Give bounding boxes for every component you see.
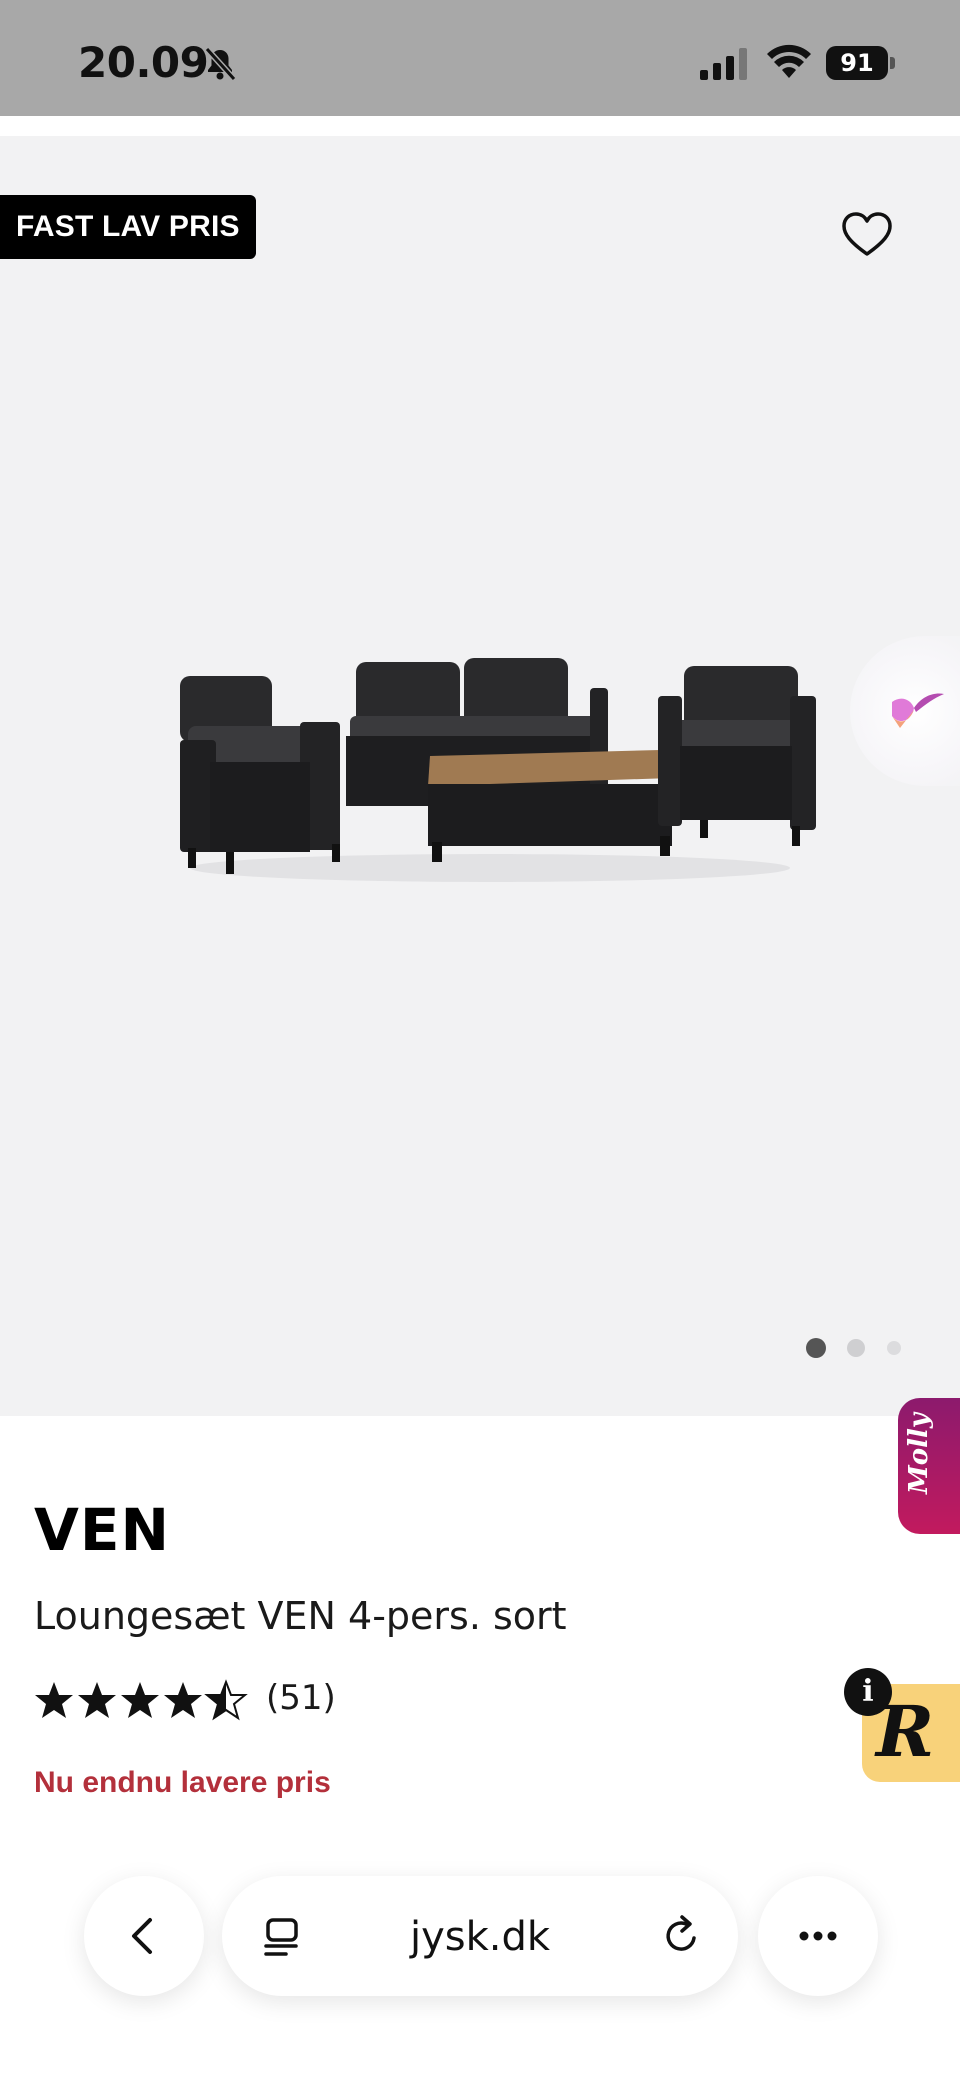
- more-icon: [799, 1931, 837, 1941]
- molly-label: Molly: [904, 1413, 934, 1494]
- info-icon[interactable]: i: [844, 1668, 892, 1716]
- rating-stars[interactable]: [34, 1678, 254, 1722]
- product-photo: [180, 658, 816, 882]
- battery-icon: 91: [826, 46, 896, 80]
- bell-slash-icon: [204, 46, 237, 82]
- signal-icon: [700, 48, 747, 80]
- back-button[interactable]: [84, 1876, 204, 1996]
- review-count[interactable]: (51): [266, 1678, 336, 1718]
- carousel-dots[interactable]: [804, 1336, 914, 1360]
- price-badge: FAST LAV PRIS: [0, 195, 256, 259]
- molly-chat-tab[interactable]: Molly: [898, 1398, 960, 1534]
- price-note: Nu endnu lavere pris: [34, 1766, 331, 1799]
- page: 20.09 91 FAST LAV PRIS VEN Loungesæt VEN…: [0, 0, 960, 2078]
- divider: [0, 116, 960, 136]
- product-brand: VEN: [34, 1496, 171, 1564]
- bird-icon: [892, 693, 944, 728]
- status-bar: 20.09 91: [0, 0, 960, 116]
- product-image-carousel[interactable]: FAST LAV PRIS: [0, 136, 960, 1416]
- status-time: 20.09: [78, 38, 209, 87]
- more-button[interactable]: [758, 1876, 878, 1996]
- product-name: Loungesæt VEN 4-pers. sort: [34, 1594, 567, 1638]
- assistant-bubble[interactable]: [850, 636, 960, 786]
- heart-icon[interactable]: [840, 208, 894, 262]
- back-icon: [132, 1918, 152, 1954]
- address-bar[interactable]: jysk.dk: [222, 1876, 738, 1996]
- battery-tip: [890, 57, 895, 69]
- wifi-icon: [767, 44, 811, 78]
- reload-icon[interactable]: [660, 1914, 704, 1958]
- battery-level: 91: [826, 46, 888, 80]
